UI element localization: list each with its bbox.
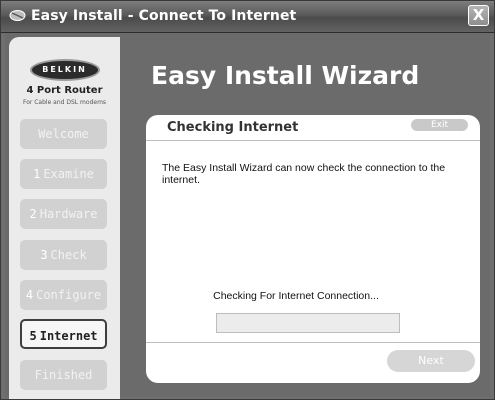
description-text: The Easy Install Wizard can now check th… <box>162 162 446 186</box>
status-text: Checking For Internet Connection... <box>213 290 379 302</box>
step-internet[interactable]: 5 Internet <box>20 319 107 349</box>
product-name: 4 Port Router <box>26 85 103 96</box>
logo-container: BELKIN <box>9 57 120 81</box>
wizard-heading: Easy Install Wizard <box>151 61 420 90</box>
next-button[interactable]: Next <box>387 350 475 372</box>
step-finished[interactable]: Finished <box>20 360 107 390</box>
panel-header: Checking Internet Exit <box>146 115 480 141</box>
title-bar[interactable]: Easy Install - Connect To Internet X <box>1 1 494 33</box>
belkin-logo: BELKIN <box>29 59 100 81</box>
exit-button[interactable]: Exit <box>411 119 468 131</box>
step-label: Check <box>50 248 87 262</box>
sidebar: BELKIN 4 Port Router For Cable and DSL m… <box>9 37 120 399</box>
close-button[interactable]: X <box>468 5 489 26</box>
client-area: BELKIN 4 Port Router For Cable and DSL m… <box>5 33 490 399</box>
step-label: Internet <box>39 329 98 343</box>
step-number: 4 <box>25 288 34 302</box>
product-subtitle: For Cable and DSL modems <box>22 99 107 106</box>
step-examine[interactable]: 1 Examine <box>20 159 107 189</box>
step-welcome[interactable]: Welcome <box>20 119 107 149</box>
content-panel: Checking Internet Exit The Easy Install … <box>146 115 480 383</box>
app-icon <box>9 10 26 21</box>
step-check[interactable]: 3 Check <box>20 240 107 270</box>
step-number: 3 <box>40 248 48 262</box>
installer-window: Easy Install - Connect To Internet X BEL… <box>0 0 495 400</box>
step-label: Hardware <box>39 207 98 221</box>
window-title: Easy Install - Connect To Internet <box>31 8 297 24</box>
panel-divider <box>146 342 480 343</box>
step-configure[interactable]: 4 Configure <box>20 280 107 310</box>
next-label: Next <box>418 354 444 367</box>
step-label: Finished <box>34 368 93 382</box>
step-label: Welcome <box>38 127 89 141</box>
close-icon: X <box>472 6 485 24</box>
panel-title: Checking Internet <box>167 120 299 135</box>
step-number: 2 <box>29 207 37 221</box>
step-label: Configure <box>36 288 102 302</box>
step-number: 5 <box>29 329 37 343</box>
progress-bar <box>216 313 400 333</box>
step-number: 1 <box>33 167 41 181</box>
step-hardware[interactable]: 2 Hardware <box>20 199 107 229</box>
step-label: Examine <box>43 167 94 181</box>
